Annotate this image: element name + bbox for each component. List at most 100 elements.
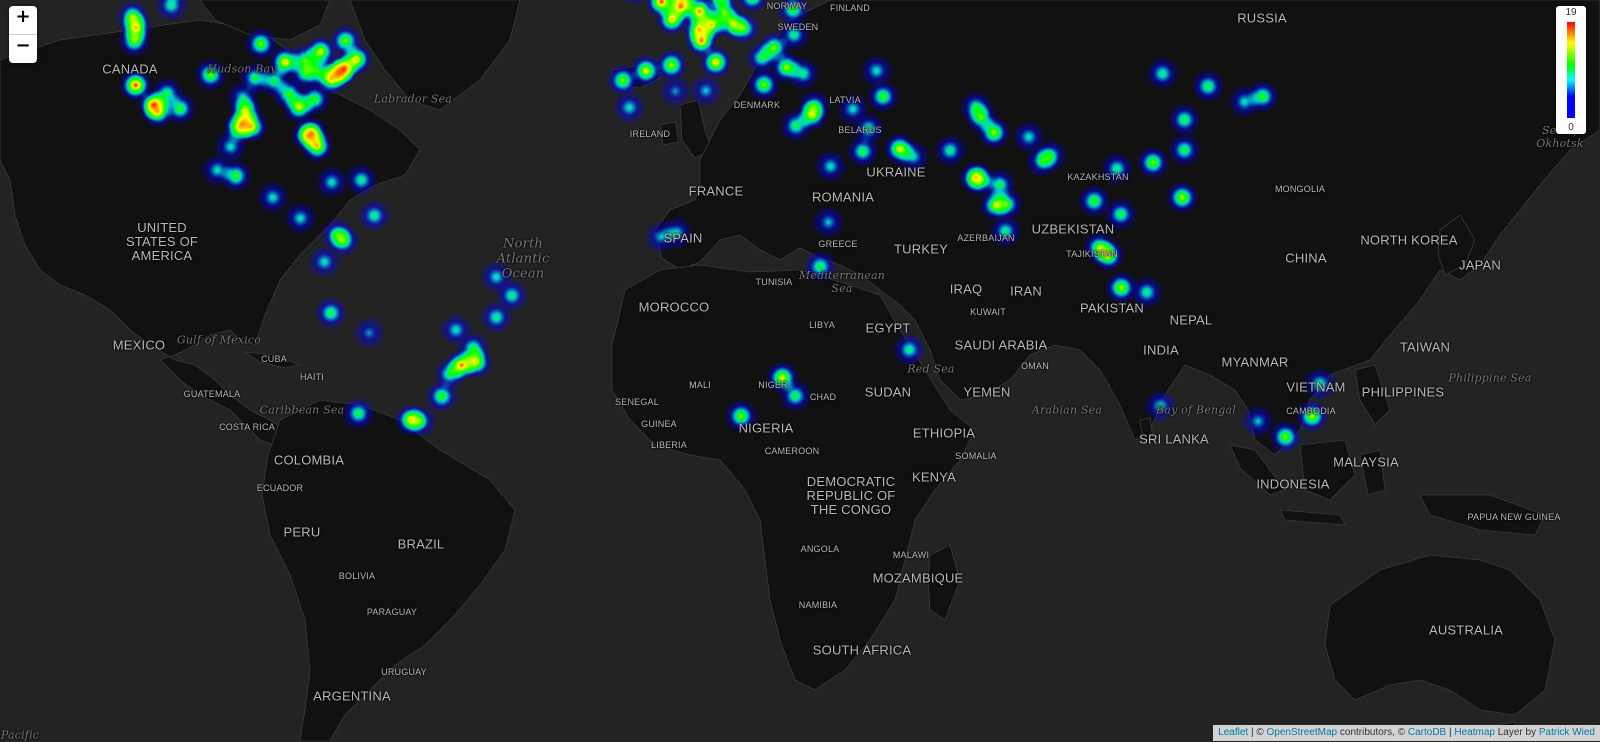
label-finland: FINLAND: [830, 3, 870, 13]
label-india: INDIA: [1143, 342, 1179, 358]
label-morocco: MOROCCO: [638, 299, 710, 315]
label-arabian-sea: Arabian Sea: [1031, 403, 1103, 417]
label-mediterranean: Mediterranean Sea: [798, 269, 886, 295]
label-drc: DEMOCRATIC REPUBLIC OF THE CONGO: [806, 474, 896, 517]
label-usa: UNITED STATES OF AMERICA: [125, 220, 199, 263]
label-pakistan: PAKISTAN: [1080, 300, 1144, 316]
label-caribbean-sea: Caribbean Sea: [259, 403, 345, 417]
label-russia: RUSSIA: [1237, 10, 1287, 26]
label-somalia: SOMALIA: [955, 451, 997, 461]
label-red-sea: Red Sea: [907, 362, 955, 376]
label-argentina: ARGENTINA: [313, 688, 391, 704]
label-gulf-of-mexico: Gulf of Mexico: [176, 333, 262, 347]
label-tajikistan: TAJIKISTAN: [1066, 249, 1118, 259]
legend-max-value: 19: [1565, 7, 1577, 18]
label-cambodia: CAMBODIA: [1286, 406, 1336, 416]
legend-min-value: 0: [1568, 122, 1574, 133]
label-sweden: SWEDEN: [777, 22, 819, 32]
label-niger: NIGER: [758, 380, 788, 390]
label-bay-of-bengal: Bay of Bengal: [1156, 403, 1236, 417]
heatmap-link[interactable]: Heatmap: [1454, 727, 1495, 738]
label-cuba: CUBA: [261, 354, 287, 364]
label-iran: IRAN: [1010, 283, 1042, 299]
label-azerbaijan: AZERBAIJAN: [957, 233, 1015, 243]
leaflet-link[interactable]: Leaflet: [1218, 727, 1248, 738]
label-nigeria: NIGERIA: [738, 420, 794, 436]
label-philippines: PHILIPPINES: [1361, 384, 1445, 400]
label-china: CHINA: [1285, 250, 1327, 266]
label-yemen: YEMEN: [963, 384, 1011, 400]
label-france: FRANCE: [688, 183, 744, 199]
attribution-contributors: contributors, ©: [1337, 727, 1408, 738]
zoom-control: + −: [9, 6, 37, 63]
label-north-korea: NORTH KOREA: [1360, 232, 1458, 248]
label-greece: GREECE: [818, 239, 858, 249]
label-nepal: NEPAL: [1169, 312, 1213, 328]
label-philippine-sea: Philippine Sea: [1448, 371, 1532, 385]
label-paraguay: PARAGUAY: [366, 607, 418, 617]
label-north-atlantic: North Atlantic Ocean: [496, 236, 550, 282]
label-belarus: BELARUS: [838, 125, 882, 135]
label-ukraine: UKRAINE: [866, 164, 926, 180]
label-cameroon: CAMEROON: [764, 446, 820, 456]
label-latvia: LATVIA: [829, 95, 861, 105]
label-oman: OMAN: [1021, 361, 1049, 371]
label-pacific: Pacific: [0, 728, 40, 742]
label-iraq: IRAQ: [949, 281, 983, 297]
label-sudan: SUDAN: [864, 384, 912, 400]
label-australia: AUSTRALIA: [1428, 622, 1504, 638]
basemap: [0, 0, 1600, 741]
label-japan: JAPAN: [1459, 257, 1501, 273]
label-canada: CANADA: [102, 61, 158, 77]
world-map[interactable]: NORWAY FINLAND SWEDEN RUSSIA CANADA DENM…: [0, 0, 1600, 742]
label-ecuador: ECUADOR: [256, 483, 304, 493]
label-bolivia: BOLIVIA: [338, 571, 376, 581]
label-denmark: DENMARK: [733, 100, 781, 110]
label-haiti: HAITI: [299, 372, 325, 382]
label-mexico: MEXICO: [112, 337, 166, 353]
label-mali: MALI: [689, 380, 711, 390]
label-ireland: IRELAND: [629, 129, 671, 139]
zoom-in-button[interactable]: +: [9, 6, 37, 34]
attribution-bar: Leaflet | © OpenStreetMap contributors, …: [1213, 725, 1600, 741]
label-malawi: MALAWI: [892, 550, 930, 560]
label-mongolia: MONGOLIA: [1274, 184, 1326, 194]
landmass-iceland: [611, 64, 661, 89]
label-colombia: COLOMBIA: [273, 452, 345, 468]
label-uzbekistan: UZBEKISTAN: [1031, 221, 1115, 237]
label-south-africa: SOUTH AFRICA: [812, 642, 912, 658]
openstreetmap-link[interactable]: OpenStreetMap: [1267, 727, 1338, 738]
landmass-north-america: [0, 19, 421, 446]
label-uruguay: URUGUAY: [381, 667, 427, 677]
label-kenya: KENYA: [911, 469, 957, 485]
label-egypt: EGYPT: [865, 320, 911, 336]
label-romania: ROMANIA: [811, 189, 875, 205]
label-costa-rica: COSTA RICA: [219, 422, 275, 432]
label-norway: NORWAY: [766, 1, 808, 11]
label-spain: SPAIN: [663, 230, 703, 246]
label-namibia: NAMIBIA: [798, 600, 838, 610]
label-guinea: GUINEA: [641, 419, 677, 429]
label-sri-lanka: SRI LANKA: [1139, 431, 1209, 447]
label-brazil: BRAZIL: [397, 536, 445, 552]
label-angola: ANGOLA: [800, 544, 840, 554]
zoom-out-button[interactable]: −: [9, 34, 37, 63]
label-saudi-arabia: SAUDI ARABIA: [954, 337, 1048, 353]
label-papua-new-guinea: PAPUA NEW GUINEA: [1467, 512, 1561, 522]
cartodb-link[interactable]: CartoDB: [1408, 727, 1446, 738]
legend-gradient-bar: [1567, 22, 1575, 118]
label-senegal: SENEGAL: [615, 397, 659, 407]
label-kuwait: KUWAIT: [970, 307, 1006, 317]
label-myanmar: MYANMAR: [1221, 354, 1289, 370]
label-labrador-sea: Labrador Sea: [373, 92, 453, 106]
author-link[interactable]: Patrick Wied: [1539, 727, 1595, 738]
heatmap-legend: 19 0: [1556, 6, 1586, 134]
label-guatemala: GUATEMALA: [183, 389, 241, 399]
label-tunisia: TUNISIA: [755, 277, 793, 287]
label-turkey: TURKEY: [894, 241, 948, 257]
attribution-layer-by: Layer by: [1494, 727, 1539, 738]
label-indonesia: INDONESIA: [1256, 476, 1330, 492]
label-taiwan: TAIWAN: [1399, 339, 1451, 355]
label-chad: CHAD: [809, 392, 837, 402]
label-peru: PERU: [283, 524, 321, 540]
